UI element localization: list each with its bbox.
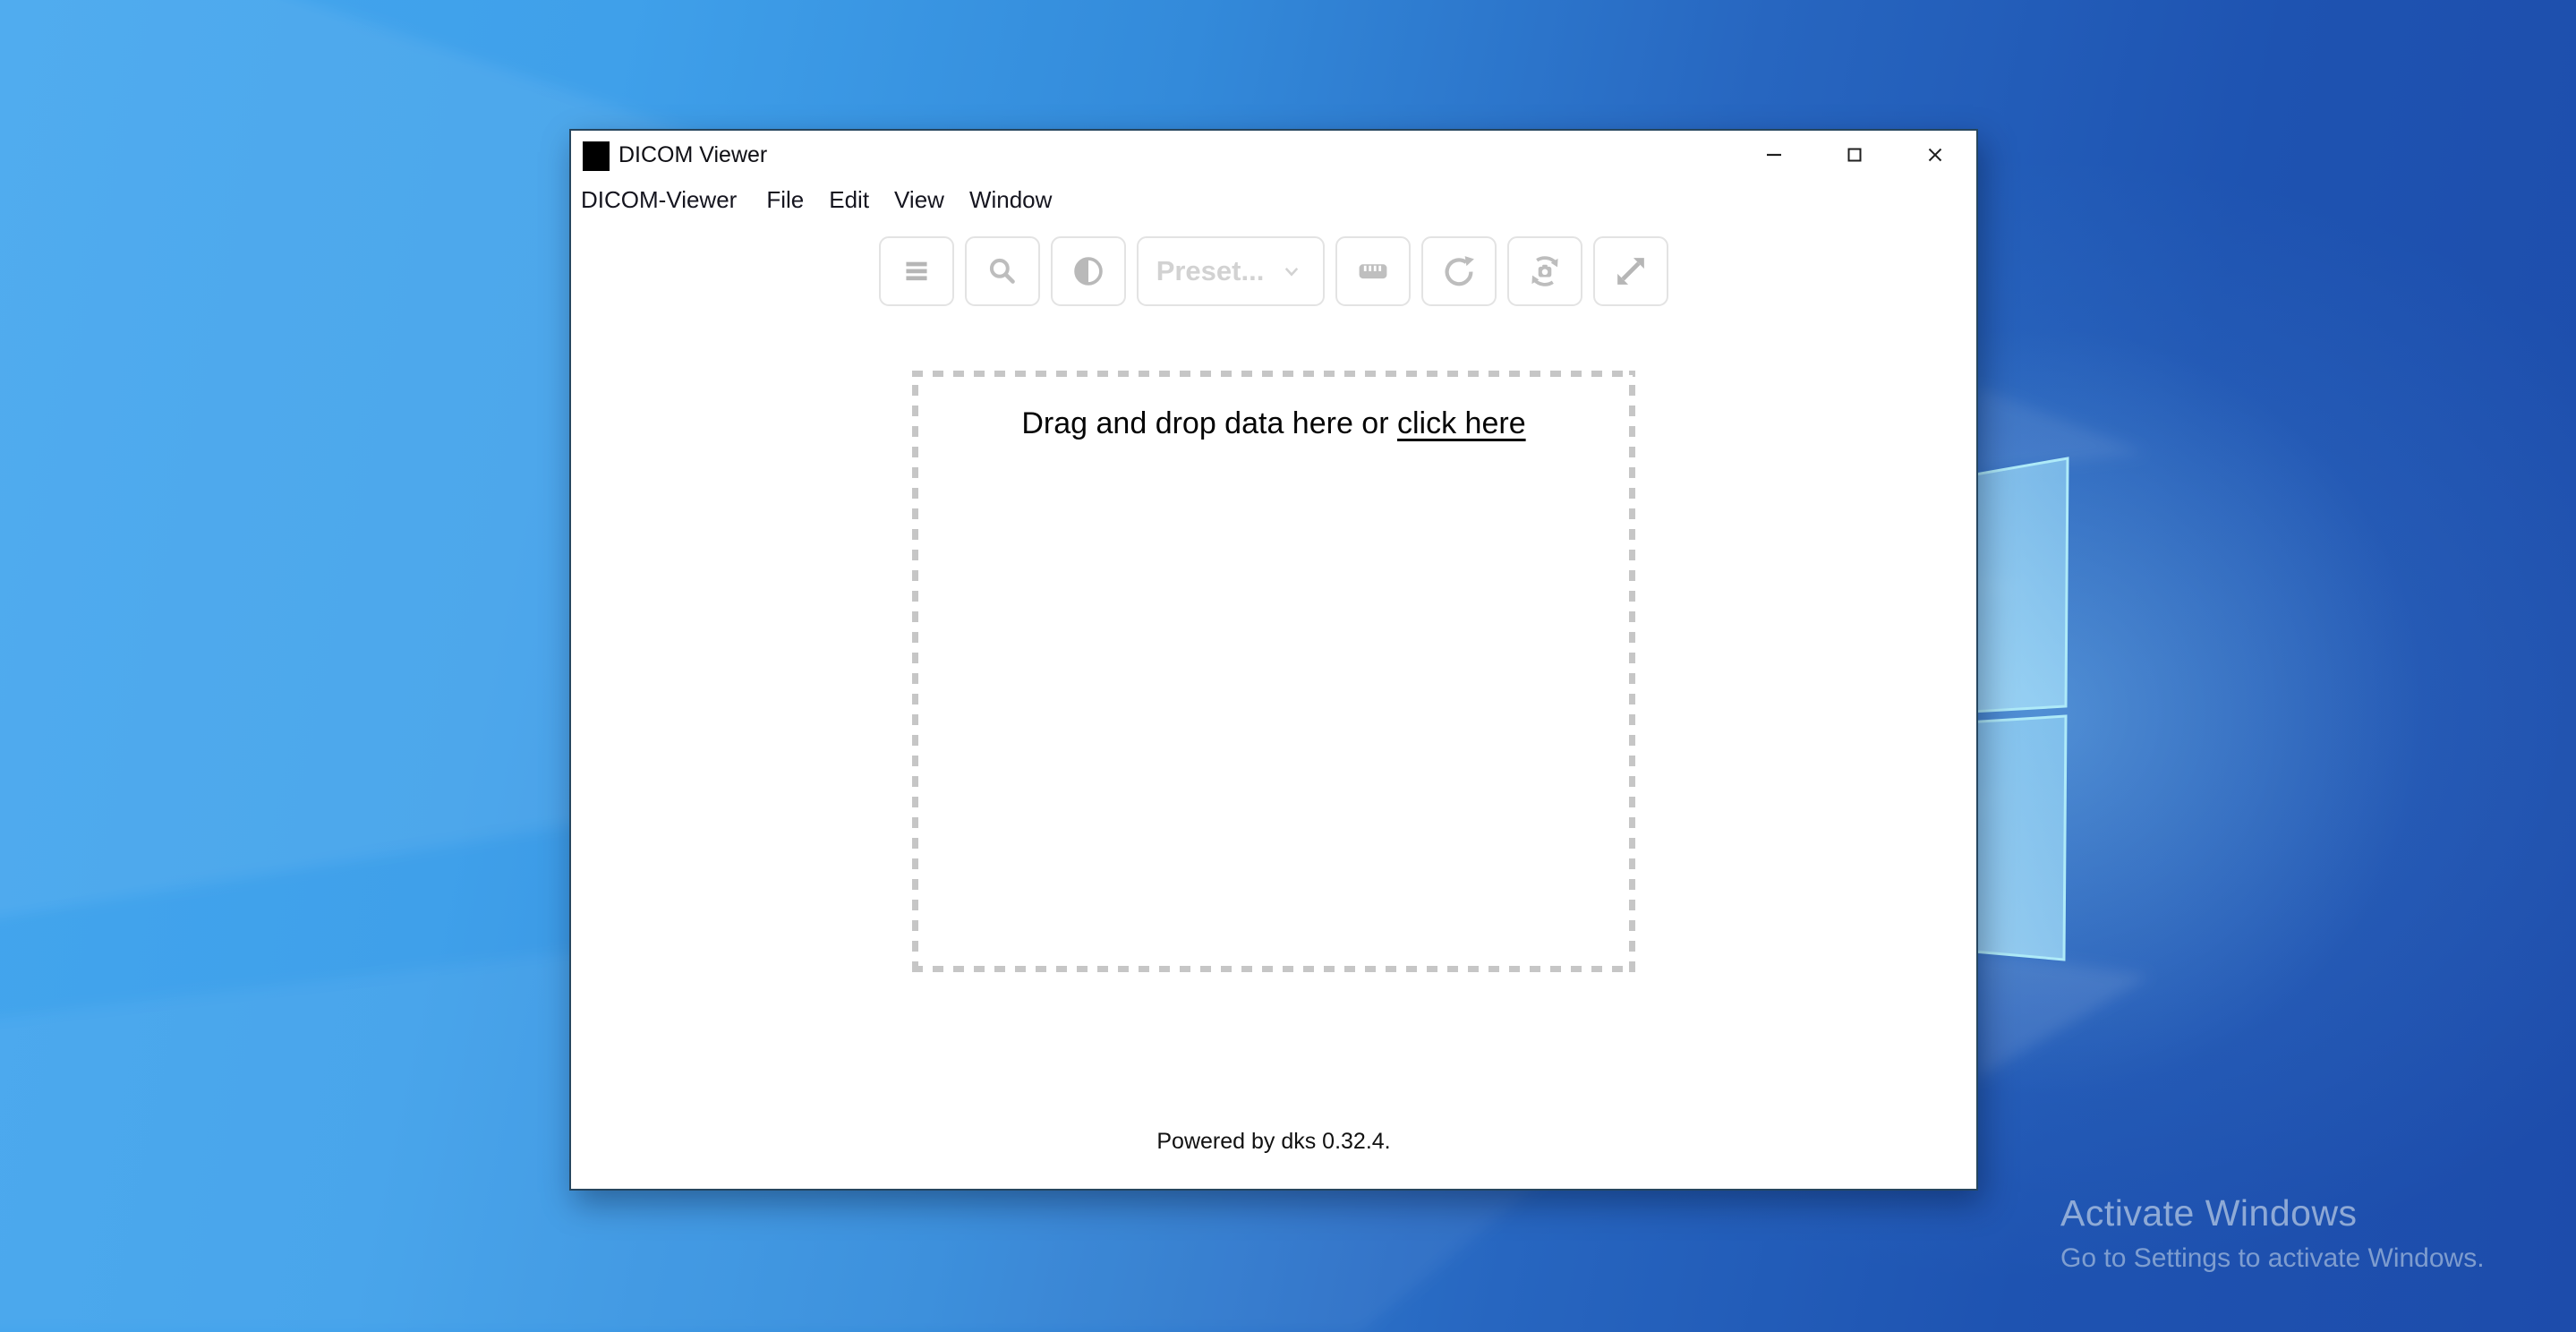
contrast-icon <box>1069 252 1108 291</box>
menu-item-file[interactable]: File <box>754 183 816 218</box>
minimize-icon <box>1761 141 1787 168</box>
toolbar: Preset... <box>571 236 1976 306</box>
minimize-button[interactable] <box>1756 137 1792 173</box>
ruler-icon <box>1353 252 1393 291</box>
maximize-icon <box>1841 141 1868 168</box>
camera-rotate-icon <box>1524 251 1565 292</box>
expand-icon <box>1611 252 1651 291</box>
menu-item-edit[interactable]: Edit <box>816 183 882 218</box>
dropzone-click-here-link[interactable]: click here <box>1397 406 1526 440</box>
close-button[interactable] <box>1917 137 1953 173</box>
desktop: Activate Windows Go to Settings to activ… <box>0 0 2576 1332</box>
ruler-button[interactable] <box>1335 236 1411 306</box>
powered-by-footer: Powered by dks 0.32.4. <box>571 1129 1976 1155</box>
camera-rotate-button[interactable] <box>1507 236 1582 306</box>
app-icon <box>583 141 610 171</box>
zoom-icon <box>984 252 1021 290</box>
titlebar[interactable]: DICOM Viewer <box>571 131 1976 179</box>
rotate-button[interactable] <box>1421 236 1497 306</box>
zoom-button[interactable] <box>965 236 1040 306</box>
menu-icon <box>898 252 935 290</box>
chevron-down-icon <box>1278 258 1305 285</box>
menu-item-window[interactable]: Window <box>957 183 1064 218</box>
preset-select[interactable]: Preset... <box>1137 236 1325 306</box>
dropzone-prompt-text: Drag and drop data here or <box>1021 406 1388 440</box>
preset-label: Preset... <box>1156 255 1265 287</box>
dropzone-prompt: Drag and drop data here or click here <box>912 371 1635 441</box>
maximize-button[interactable] <box>1837 137 1872 173</box>
close-icon <box>1922 141 1949 168</box>
expand-button[interactable] <box>1593 236 1668 306</box>
window-controls <box>1756 131 1953 179</box>
rotate-icon <box>1439 252 1479 291</box>
window-title: DICOM Viewer <box>618 142 767 168</box>
menu-button[interactable] <box>879 236 954 306</box>
menu-item-dicom-viewer[interactable]: DICOM-Viewer <box>572 183 754 218</box>
contrast-button[interactable] <box>1051 236 1126 306</box>
menubar: DICOM-Viewer File Edit View Window <box>571 179 1976 220</box>
dicom-viewer-window: DICOM Viewer <box>569 129 1978 1191</box>
dropzone[interactable]: Drag and drop data here or click here <box>912 371 1635 972</box>
menu-item-view[interactable]: View <box>882 183 957 218</box>
